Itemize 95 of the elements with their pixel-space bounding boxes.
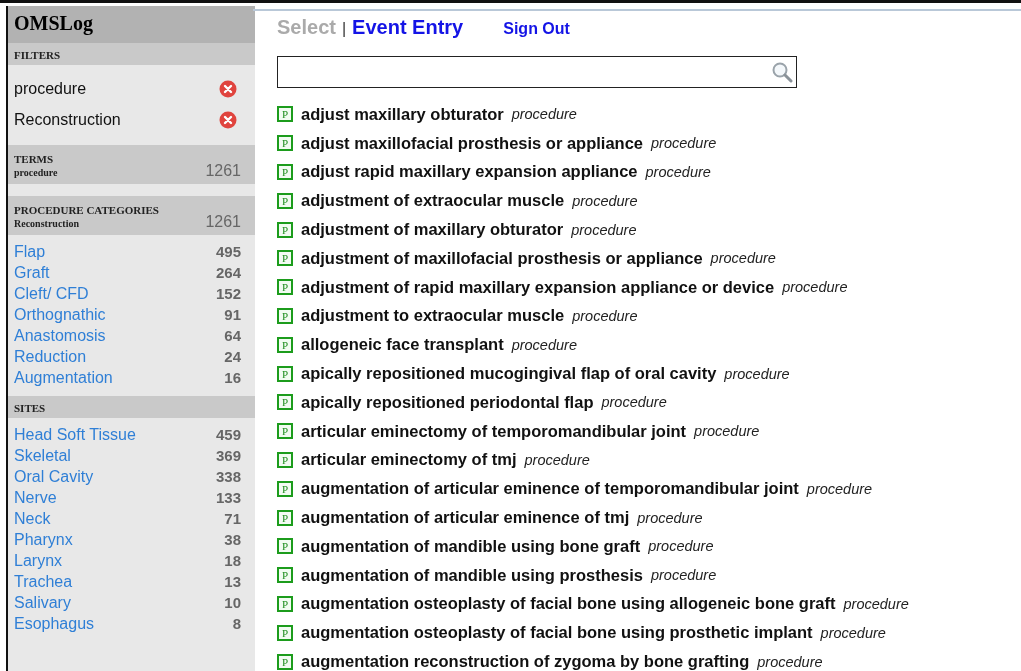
type-badge: P xyxy=(277,250,293,267)
term-type: procedure xyxy=(637,509,703,526)
item-count: 338 xyxy=(215,468,241,485)
type-badge: P xyxy=(277,595,293,612)
term-link[interactable]: apically repositioned mucogingival flap of oral cavity xyxy=(301,364,717,384)
term-link[interactable]: articular eminectomy of tmj xyxy=(301,450,517,470)
term-link[interactable]: augmentation of articular eminence of tmj xyxy=(301,508,630,528)
item-count: 264 xyxy=(215,264,241,281)
item-count: 38 xyxy=(224,531,241,548)
section-heading: SITES xyxy=(8,396,255,418)
type-badge: P xyxy=(277,480,293,497)
term-type: procedure xyxy=(710,250,776,267)
term-link[interactable]: augmentation reconstruction of zygoma by bone grafting xyxy=(301,652,750,671)
item-count: 495 xyxy=(215,243,241,260)
remove-icon[interactable] xyxy=(219,79,237,98)
item-count: 91 xyxy=(224,306,241,323)
type-badge: P xyxy=(277,538,293,555)
term-link[interactable]: adjustment of extraocular muscle xyxy=(301,191,565,211)
term-type: procedure xyxy=(650,567,717,584)
term-type: procedure xyxy=(757,653,823,670)
remove-icon[interactable] xyxy=(219,110,237,129)
item-count: 133 xyxy=(215,489,241,506)
sign-out-link[interactable]: Sign Out xyxy=(503,20,570,38)
term-link[interactable]: augmentation osteoplasty of facial bone using allogeneic bone graft xyxy=(301,594,836,614)
term-type: procedure xyxy=(524,451,590,468)
item-count: 64 xyxy=(224,327,241,344)
search-icon[interactable] xyxy=(771,61,793,83)
type-badge: P xyxy=(277,624,293,641)
item-count: 24 xyxy=(224,348,241,365)
term-link[interactable]: augmentation of mandible using prosthesis xyxy=(301,565,643,585)
item-count: 152 xyxy=(215,285,241,302)
term-type: procedure xyxy=(511,336,577,353)
total-count: 1261 xyxy=(205,213,241,231)
section-heading: FILTERS xyxy=(8,43,255,65)
type-badge: P xyxy=(277,135,293,152)
item-count: 8 xyxy=(232,615,241,632)
term-link[interactable]: adjustment of maxillary obturator xyxy=(301,220,564,240)
term-link[interactable]: adjust maxillofacial prosthesis or appliance xyxy=(301,133,644,153)
term-link[interactable]: augmentation of mandible using bone graft xyxy=(301,536,641,556)
type-badge: P xyxy=(277,509,293,526)
term-type: procedure xyxy=(572,192,638,209)
section-heading: TERMS xyxy=(14,152,55,166)
term-link[interactable]: augmentation of articular eminence of temporomandibular joint xyxy=(301,479,799,499)
type-badge: P xyxy=(277,192,293,209)
section-subheading: Reconstruction xyxy=(14,217,80,231)
term-link[interactable]: articular eminectomy of temporomandibular joint xyxy=(301,421,687,441)
type-badge: P xyxy=(277,423,293,440)
item-count: 16 xyxy=(224,369,241,386)
term-link[interactable]: adjustment of maxillofacial prosthesis or appliance xyxy=(301,248,703,268)
item-count: 71 xyxy=(224,510,241,527)
type-badge: P xyxy=(277,365,293,382)
type-badge: P xyxy=(277,164,293,180)
term-type: procedure xyxy=(820,624,886,641)
type-badge: P xyxy=(277,653,293,670)
term-type: procedure xyxy=(571,221,637,238)
item-count: 13 xyxy=(224,573,241,590)
nav-tab[interactable]: Event Entry xyxy=(352,16,464,39)
term-type: procedure xyxy=(806,480,873,497)
term-type: procedure xyxy=(843,595,909,612)
filter-label: Reconstruction xyxy=(14,110,121,129)
term-type: procedure xyxy=(601,394,667,411)
term-type: procedure xyxy=(511,106,577,123)
type-badge: P xyxy=(277,394,293,411)
tab-separator: | xyxy=(341,20,347,38)
item-count: 18 xyxy=(224,552,241,569)
term-link[interactable]: adjust rapid maxillary expansion appliance xyxy=(301,162,638,182)
term-type: procedure xyxy=(648,538,714,555)
term-type: procedure xyxy=(782,279,848,296)
type-badge: P xyxy=(277,279,293,296)
term-link[interactable]: adjustment to extraocular muscle xyxy=(301,306,565,326)
item-count: 459 xyxy=(215,426,241,443)
item-count: 369 xyxy=(215,447,241,464)
section-subheading: procedure xyxy=(14,166,58,180)
type-badge: P xyxy=(277,221,293,238)
term-type: procedure xyxy=(572,307,638,324)
search-field[interactable] xyxy=(277,56,797,88)
term-link[interactable]: augmentation osteoplasty of facial bone using prosthetic implant xyxy=(301,623,813,643)
section-heading: PROCEDURE CATEGORIES xyxy=(14,203,159,217)
term-link[interactable]: adjust maxillary obturator xyxy=(301,104,504,124)
type-badge: P xyxy=(277,451,293,468)
filter-label: procedure xyxy=(14,79,87,98)
type-badge: P xyxy=(277,106,293,123)
type-badge: P xyxy=(277,567,293,584)
item-count: 10 xyxy=(224,594,241,611)
term-type: procedure xyxy=(724,365,790,382)
term-type: procedure xyxy=(651,135,717,152)
type-badge: P xyxy=(277,336,293,353)
term-link[interactable]: apically repositioned periodontal flap xyxy=(301,392,594,412)
type-badge: P xyxy=(277,307,293,324)
app-title: OMSLog xyxy=(8,6,255,43)
term-type: procedure xyxy=(694,423,760,440)
term-link[interactable]: adjustment of rapid maxillary expansion appliance or device xyxy=(301,277,775,297)
term-link[interactable]: allogeneic face transplant xyxy=(301,335,504,355)
total-count: 1261 xyxy=(205,162,241,180)
term-type: procedure xyxy=(645,164,711,180)
